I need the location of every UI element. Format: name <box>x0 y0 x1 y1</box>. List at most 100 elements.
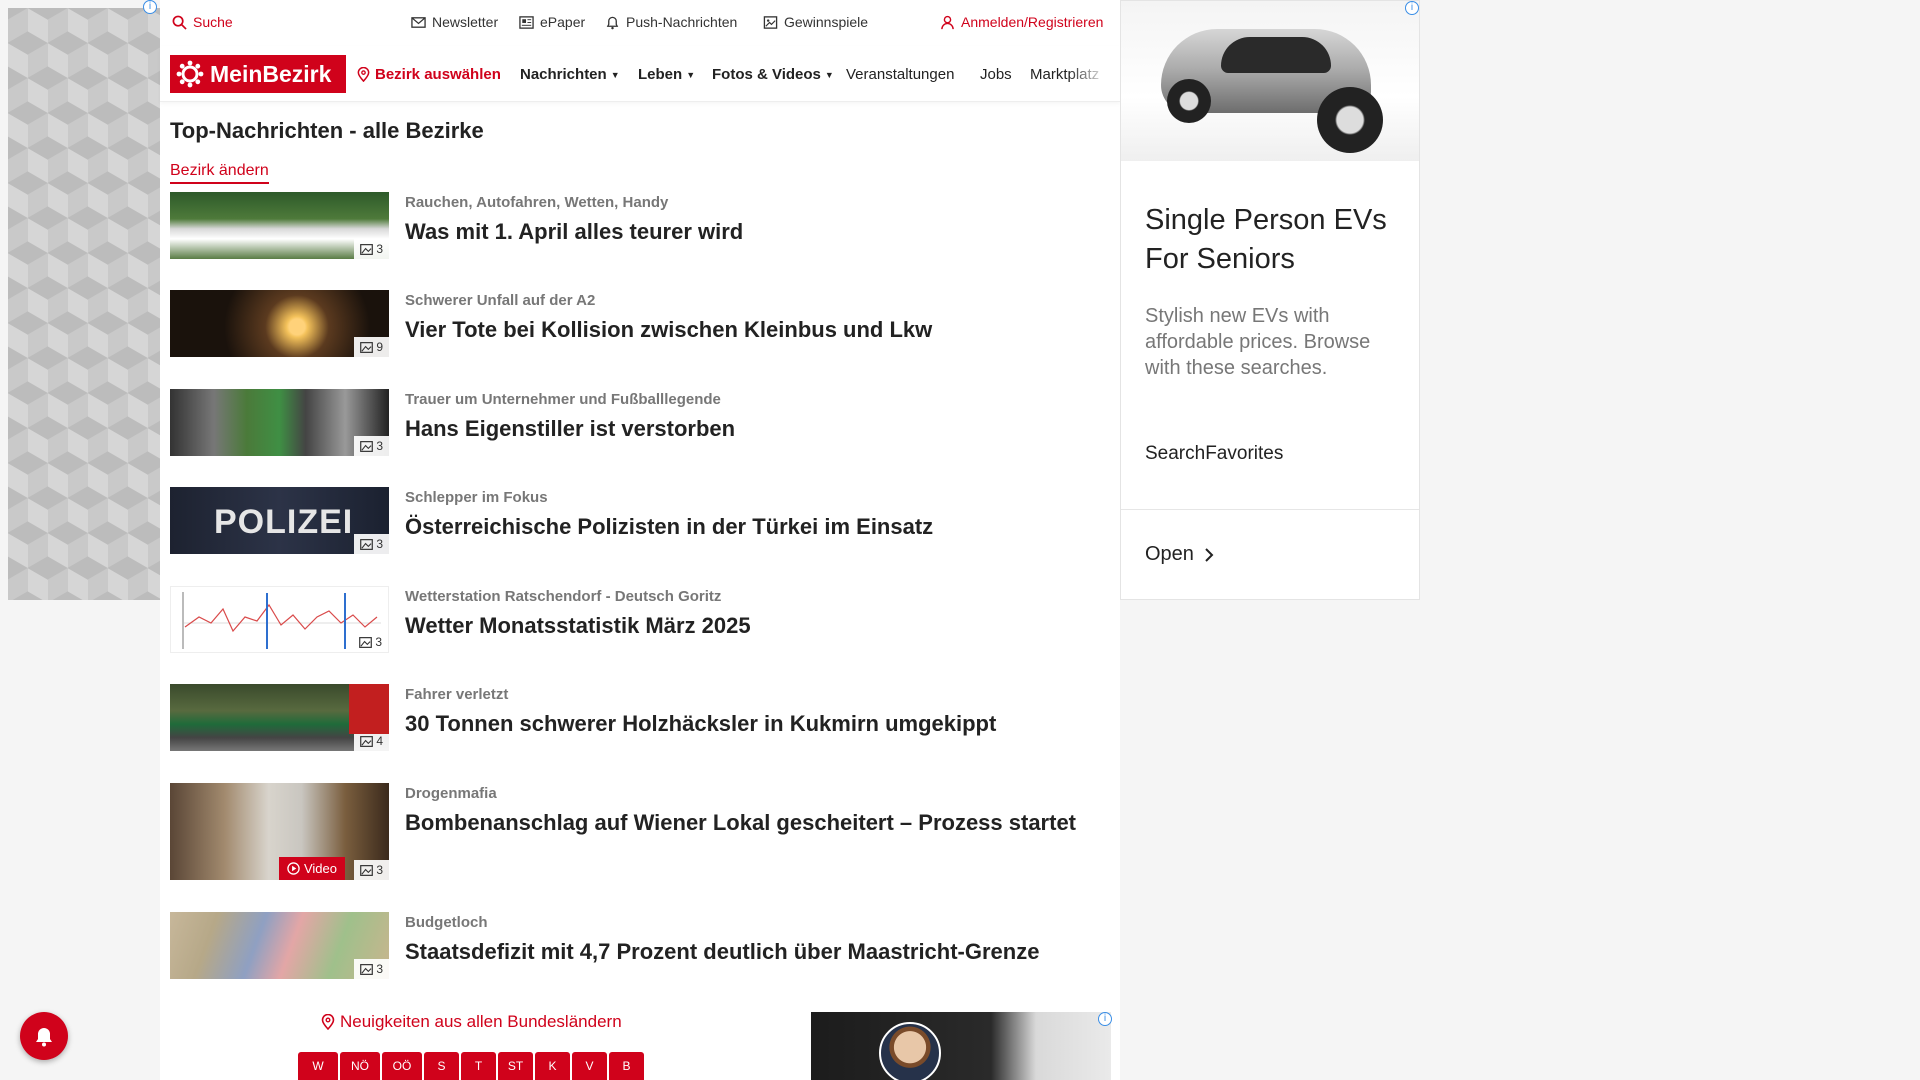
article-item[interactable]: 3 Rauchen, Autofahren, Wetten, Handy Was… <box>170 192 1110 259</box>
newsletter-label: Newsletter <box>432 14 499 30</box>
ad-info-icon[interactable]: i <box>1405 1 1419 15</box>
ad-info-icon[interactable]: i <box>1098 1012 1112 1026</box>
ad-open-button[interactable]: Open <box>1145 543 1214 566</box>
gallery-count: 3 <box>376 439 383 453</box>
article-thumbnail[interactable]: 3 <box>170 586 389 653</box>
article-kicker: Trauer um Unternehmer und Fußballlegende <box>405 391 721 408</box>
article-thumbnail[interactable]: Video 3 <box>170 783 389 880</box>
article-thumbnail[interactable]: 3 <box>170 912 389 979</box>
login-link[interactable]: Anmelden/Registrieren <box>940 14 1103 30</box>
region-tab-w[interactable]: W <box>298 1052 338 1080</box>
bottom-video-ad[interactable] <box>811 1012 1111 1080</box>
gewinnspiele-link[interactable]: Gewinnspiele <box>763 14 868 30</box>
article-thumbnail[interactable]: POLIZEI 3 <box>170 487 389 554</box>
article-item[interactable]: Video 3 Drogenmafia Bombenanschlag auf W… <box>170 783 1110 880</box>
region-tabs: W NÖ OÖ S T ST K V B <box>298 1052 644 1080</box>
left-skyscraper-ad[interactable] <box>8 8 160 600</box>
epaper-link[interactable]: ePaper <box>519 14 585 30</box>
article-item[interactable]: 3 Budgetloch Staatsdefizit mit 4,7 Proze… <box>170 912 1110 979</box>
bell-icon <box>606 16 619 29</box>
article-thumbnail[interactable]: 9 <box>170 290 389 357</box>
search-label: Suche <box>193 14 233 30</box>
gallery-count: 3 <box>376 962 383 976</box>
region-tab-k[interactable]: K <box>535 1052 570 1080</box>
region-tab-t[interactable]: T <box>461 1052 496 1080</box>
gallery-count-badge: 3 <box>354 436 389 456</box>
page-title: Top-Nachrichten - alle Bezirke <box>170 118 484 143</box>
article-kicker: Fahrer verletzt <box>405 686 509 703</box>
article-headline[interactable]: Was mit 1. April alles teurer wird <box>405 217 743 247</box>
nav-fotos-videos-label: Fotos & Videos <box>712 66 821 83</box>
article-thumbnail[interactable]: 3 <box>170 192 389 259</box>
site-logo[interactable]: MeinBezirk <box>170 55 346 93</box>
region-tab-s[interactable]: S <box>424 1052 459 1080</box>
image-icon <box>359 636 373 648</box>
gallery-count: 3 <box>376 863 383 877</box>
search-link[interactable]: Suche <box>172 14 233 30</box>
region-tab-ooe[interactable]: OÖ <box>382 1052 422 1080</box>
article-headline[interactable]: Bombenanschlag auf Wiener Lokal gescheit… <box>405 808 1105 838</box>
gallery-count: 4 <box>376 734 383 748</box>
nav-nachrichten[interactable]: Nachrichten ▼ <box>520 66 620 83</box>
push-link[interactable]: Push-Nachrichten <box>605 14 737 30</box>
newspaper-icon <box>519 15 534 29</box>
article-kicker: Budgetloch <box>405 914 488 931</box>
select-district-link[interactable]: Bezirk auswählen <box>356 66 501 83</box>
article-headline[interactable]: Wetter Monatsstatistik März 2025 <box>405 611 751 641</box>
notification-bell-button[interactable] <box>20 1012 68 1060</box>
gallery-count: 3 <box>376 537 383 551</box>
nav-fotos-videos[interactable]: Fotos & Videos ▼ <box>712 66 834 83</box>
article-headline[interactable]: Staatsdefizit mit 4,7 Prozent deutlich ü… <box>405 937 1039 967</box>
nav-nachrichten-label: Nachrichten <box>520 66 607 83</box>
gallery-count-badge: 3 <box>354 239 389 259</box>
image-icon <box>360 864 374 876</box>
nav-jobs[interactable]: Jobs <box>980 66 1012 83</box>
region-tab-noe[interactable]: NÖ <box>340 1052 380 1080</box>
article-thumbnail[interactable]: 4 <box>170 684 389 751</box>
newsletter-link[interactable]: Newsletter <box>411 14 498 30</box>
region-tab-v[interactable]: V <box>572 1052 607 1080</box>
article-item[interactable]: POLIZEI 3 Schlepper im Fokus Österreichi… <box>170 487 1110 554</box>
image-icon <box>360 538 374 550</box>
article-item[interactable]: 4 Fahrer verletzt 30 Tonnen schwerer Hol… <box>170 684 1110 751</box>
article-kicker: Rauchen, Autofahren, Wetten, Handy <box>405 194 669 211</box>
article-headline[interactable]: Hans Eigenstiller ist verstorben <box>405 414 735 444</box>
image-icon <box>360 243 374 255</box>
play-icon <box>287 862 300 875</box>
regions-heading-label: Neuigkeiten aus allen Bundesländern <box>340 1012 622 1031</box>
nav-veranstaltungen-label: Veranstaltungen <box>846 66 955 83</box>
article-headline[interactable]: 30 Tonnen schwerer Holzhäcksler in Kukmi… <box>405 709 996 739</box>
right-display-ad[interactable]: i Single Person EVs For Seniors Stylish … <box>1120 0 1420 600</box>
article-headline[interactable]: Vier Tote bei Kollision zwischen Kleinbu… <box>405 315 932 345</box>
region-tab-st[interactable]: ST <box>498 1052 533 1080</box>
nav-leben[interactable]: Leben ▼ <box>638 66 695 83</box>
map-pin-icon <box>357 67 370 82</box>
change-district-link[interactable]: Bezirk ändern <box>170 162 269 184</box>
chevron-right-icon <box>1205 547 1214 562</box>
article-item[interactable]: 3 Trauer um Unternehmer und Fußballlegen… <box>170 389 1110 456</box>
ad-info-icon[interactable]: i <box>143 0 157 14</box>
regions-heading[interactable]: Neuigkeiten aus allen Bundesländern <box>320 1012 622 1032</box>
article-item[interactable]: 3 Wetterstation Ratschendorf - Deutsch G… <box>170 586 1110 653</box>
article-item[interactable]: 9 Schwerer Unfall auf der A2 Vier Tote b… <box>170 290 1110 357</box>
gallery-count-badge: 3 <box>354 860 389 880</box>
gift-icon <box>763 15 778 29</box>
ad-title[interactable]: Single Person EVs For Seniors <box>1145 201 1405 279</box>
nav-veranstaltungen[interactable]: Veranstaltungen <box>846 66 954 83</box>
article-kicker: Wetterstation Ratschendorf - Deutsch Gor… <box>405 588 722 605</box>
region-tab-b[interactable]: B <box>609 1052 644 1080</box>
logo-text: MeinBezirk <box>210 60 332 87</box>
image-icon <box>360 963 374 975</box>
image-icon <box>360 341 374 353</box>
ad-description: Stylish new EVs with affordable prices. … <box>1145 305 1371 379</box>
nav-jobs-label: Jobs <box>980 66 1012 83</box>
logo-sun-icon <box>176 60 204 88</box>
map-pin-icon <box>321 1014 335 1030</box>
article-kicker: Schwerer Unfall auf der A2 <box>405 292 596 309</box>
article-headline[interactable]: Österreichische Polizisten in der Türkei… <box>405 512 933 542</box>
ad-open-label: Open <box>1145 543 1194 565</box>
gallery-count: 3 <box>375 635 382 649</box>
article-thumbnail[interactable]: 3 <box>170 389 389 456</box>
ad-person-image <box>879 1022 941 1080</box>
chevron-down-icon: ▼ <box>686 69 696 80</box>
